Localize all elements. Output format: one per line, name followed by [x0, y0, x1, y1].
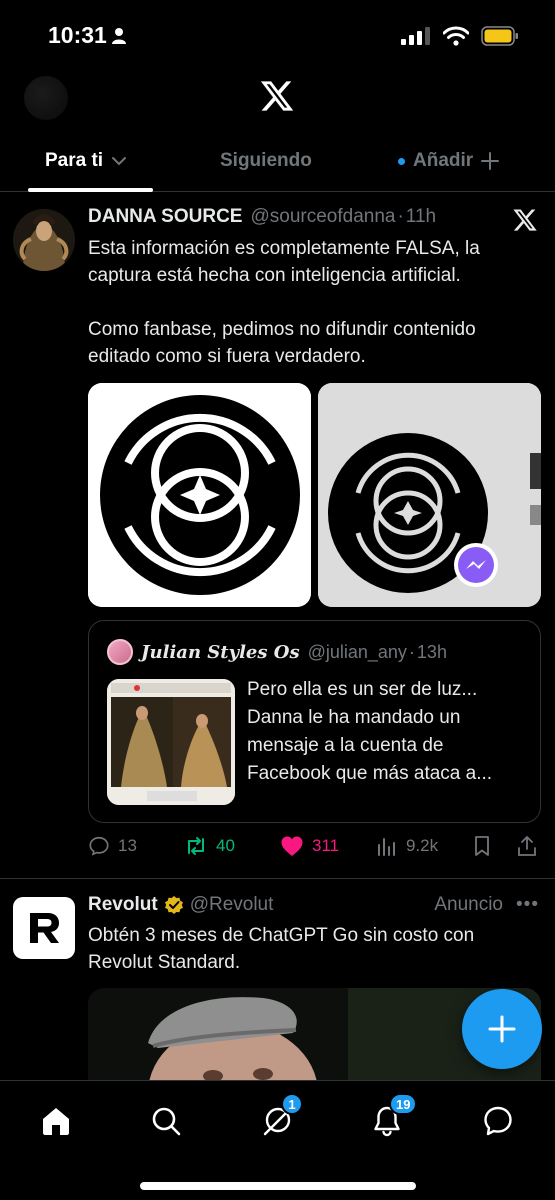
- share-icon: [518, 836, 536, 856]
- home-icon: [43, 1108, 69, 1135]
- tweet-actions: 13 40 311 9.2k: [88, 833, 543, 863]
- status-time-text: 10:31: [48, 22, 107, 48]
- new-dot-icon: [398, 157, 405, 165]
- reply-icon: [89, 836, 109, 856]
- chat-icon: [484, 1106, 512, 1136]
- tweet-handle[interactable]: @sourceofdanna: [250, 206, 395, 228]
- retweet-icon: [188, 837, 204, 855]
- status-time: 10:31: [48, 22, 127, 49]
- verified-badge-icon: [164, 896, 183, 914]
- ad-header: Revolut @Revolut: [88, 894, 273, 916]
- bookmark-icon: [475, 836, 489, 856]
- nav-grok[interactable]: 1: [257, 1093, 303, 1141]
- views-icon: [378, 838, 395, 856]
- x-logo-icon[interactable]: [511, 207, 539, 233]
- nav-home[interactable]: [36, 1101, 76, 1141]
- tweet-text: Esta información es completamente FALSA,…: [88, 238, 480, 367]
- search-icon: [152, 1107, 181, 1136]
- compose-button[interactable]: [462, 989, 542, 1069]
- ad-label: Anuncio: [434, 894, 503, 915]
- quoted-display-name[interactable]: Julian Styles Os: [141, 642, 300, 663]
- ad-display-name[interactable]: Revolut: [88, 894, 158, 916]
- tab-following[interactable]: Siguiendo: [220, 150, 312, 172]
- active-tab-indicator: [28, 188, 153, 192]
- chevron-down-icon[interactable]: [111, 156, 127, 166]
- ad-handle[interactable]: @Revolut: [190, 894, 274, 916]
- tab-following-label: Siguiendo: [220, 150, 312, 171]
- views-count: 9.2k: [406, 836, 439, 855]
- wifi-icon: [443, 26, 469, 46]
- notifications-badge: 19: [389, 1093, 418, 1115]
- views-button[interactable]: 9.2k: [376, 835, 438, 857]
- tab-for-you-label: Para ti: [45, 150, 104, 171]
- tweet-display-name[interactable]: DANNA SOURCE: [88, 206, 242, 228]
- bookmark-button[interactable]: [472, 835, 492, 857]
- tweet-time: 11h: [405, 206, 437, 227]
- quoted-time: 13h: [416, 641, 447, 662]
- reply-button[interactable]: 13: [88, 835, 137, 857]
- quoted-tweet-text: Pero ella es un ser de luz... Danna le h…: [247, 679, 493, 784]
- revolut-avatar[interactable]: [13, 897, 75, 959]
- grok-badge: 1: [281, 1093, 303, 1115]
- tweet-image-1[interactable]: [88, 383, 311, 607]
- tweet-image-2[interactable]: [318, 383, 541, 607]
- quoted-tweet-header: Julian Styles Os @julian_any · 13h: [107, 639, 447, 665]
- top-header: [0, 72, 555, 132]
- logo-image: [88, 383, 311, 607]
- avatar-image: [13, 209, 75, 271]
- tab-add-label: Añadir: [413, 150, 474, 171]
- tweet-author-avatar[interactable]: [13, 209, 75, 271]
- quoted-separator: ·: [408, 641, 415, 662]
- quoted-handle[interactable]: @julian_any: [308, 642, 407, 663]
- quoted-tweet-image[interactable]: [107, 679, 235, 805]
- ad-text: Obtén 3 meses de ChatGPT Go sin costo co…: [88, 925, 475, 973]
- quoted-tweet[interactable]: Julian Styles Os @julian_any · 13h Pero …: [88, 620, 541, 823]
- tab-for-you[interactable]: Para ti: [45, 150, 127, 172]
- photo-image: [107, 679, 235, 805]
- share-button[interactable]: [516, 835, 538, 857]
- tweet-separator: ·: [397, 206, 404, 227]
- tab-add[interactable]: Añadir: [398, 150, 500, 172]
- signal-icon: [401, 27, 430, 45]
- like-button[interactable]: 311: [280, 835, 339, 857]
- feed-tabs: Para ti Siguiendo Añadir: [0, 132, 555, 192]
- retweet-button[interactable]: 40: [184, 835, 235, 857]
- profile-avatar[interactable]: [24, 76, 68, 120]
- like-count: 311: [312, 836, 340, 855]
- person-icon: [111, 27, 126, 44]
- revolut-logo-icon: [30, 913, 59, 943]
- profile-screenshot-image: [318, 383, 541, 607]
- plus-icon[interactable]: [481, 152, 500, 170]
- heart-icon: [281, 836, 303, 856]
- home-indicator[interactable]: [140, 1182, 416, 1190]
- plus-icon: [488, 1015, 516, 1043]
- nav-notifications[interactable]: 19: [367, 1093, 418, 1141]
- status-icons: [401, 26, 519, 46]
- tweet-header: DANNA SOURCE @sourceofdanna · 11h: [88, 206, 436, 228]
- nav-messages[interactable]: [478, 1101, 518, 1141]
- battery-icon: [481, 26, 518, 46]
- quoted-author-avatar[interactable]: [107, 639, 133, 665]
- status-bar: 10:31: [0, 0, 555, 72]
- more-options-icon[interactable]: •••: [516, 894, 539, 916]
- reply-count: 13: [118, 836, 137, 855]
- x-logo-icon: [260, 81, 294, 111]
- nav-search[interactable]: [146, 1101, 186, 1141]
- retweet-count: 40: [216, 836, 235, 855]
- tweet[interactable]: DANNA SOURCE @sourceofdanna · 11h Esta i…: [0, 193, 555, 879]
